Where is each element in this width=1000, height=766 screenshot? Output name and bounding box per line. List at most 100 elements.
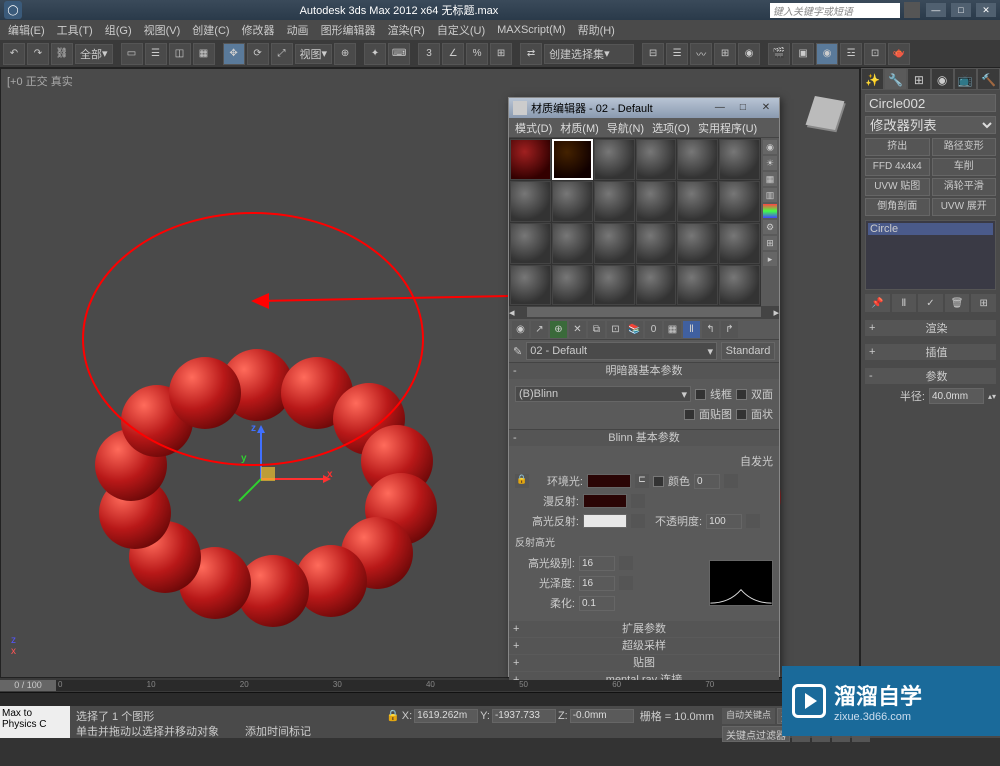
put-to-lib-icon[interactable]: 📚	[626, 321, 643, 338]
teapot-icon[interactable]: 🫖	[888, 43, 910, 65]
sample-slot-1[interactable]	[510, 139, 551, 180]
transform-gizmo[interactable]: z y x	[231, 429, 351, 532]
specular-map-button[interactable]	[631, 514, 645, 528]
mateditor-minimize[interactable]: —	[711, 102, 729, 116]
mod-ffd[interactable]: FFD 4x4x4	[865, 158, 930, 176]
sample-slot-16[interactable]	[636, 223, 677, 264]
tab-motion[interactable]: ◉	[931, 68, 954, 90]
rollout-blinn-basic[interactable]: -Blinn 基本参数	[509, 430, 779, 446]
pivot-button[interactable]: ⊕	[334, 43, 356, 65]
backlight-icon[interactable]: ☀	[763, 156, 777, 170]
sample-slot-24[interactable]	[719, 265, 760, 306]
put-to-scene-icon[interactable]: ↗	[531, 321, 548, 338]
mateditor-maximize[interactable]: □	[734, 102, 752, 116]
time-slider-thumb[interactable]: 0 / 100	[0, 680, 56, 691]
search-input[interactable]: 键入关键字或短语	[770, 3, 900, 18]
sample-slot-3[interactable]	[594, 139, 635, 180]
material-name-dropdown[interactable]: 02 - Default▾	[526, 342, 717, 360]
rollout-interp[interactable]: +插值	[865, 344, 996, 360]
gloss-input[interactable]	[579, 576, 615, 591]
object-name-input[interactable]	[865, 94, 996, 112]
extra-button-2[interactable]: ⊡	[864, 43, 886, 65]
menu-edit[interactable]: 编辑(E)	[4, 20, 49, 40]
coord-x-input[interactable]	[414, 709, 478, 723]
sample-type-icon[interactable]: ◉	[763, 140, 777, 154]
selfillum-color-checkbox[interactable]	[653, 476, 664, 487]
menu-help[interactable]: 帮助(H)	[574, 20, 619, 40]
mat-id-icon[interactable]: 0	[645, 321, 662, 338]
ad-lock-icon[interactable]: ⊏	[635, 474, 649, 488]
render-fb-button[interactable]: ▣	[792, 43, 814, 65]
make-copy-icon[interactable]: ⧉	[588, 321, 605, 338]
reset-map-icon[interactable]: ✕	[569, 321, 586, 338]
mod-turbosmooth[interactable]: 涡轮平滑	[932, 178, 997, 196]
diffuse-swatch[interactable]	[583, 494, 627, 508]
menu-customize[interactable]: 自定义(U)	[433, 20, 489, 40]
stack-config-icon[interactable]: ⊞	[971, 294, 996, 312]
mod-pathdeform[interactable]: 路径变形	[932, 138, 997, 156]
coord-z-input[interactable]	[570, 709, 634, 723]
background-icon[interactable]: ▦	[763, 172, 777, 186]
move-button[interactable]: ✥	[223, 43, 245, 65]
spec-level-input[interactable]	[579, 556, 615, 571]
radius-input[interactable]	[929, 388, 984, 404]
sample-slot-10[interactable]	[636, 181, 677, 222]
select-name-button[interactable]: ☰	[145, 43, 167, 65]
sample-slot-23[interactable]	[677, 265, 718, 306]
sample-slot-7[interactable]	[510, 181, 551, 222]
stack-item-circle[interactable]: Circle	[868, 223, 993, 235]
shader-dropdown[interactable]: (B)Blinn▾	[515, 386, 691, 402]
mod-bevelprofile[interactable]: 倒角剖面	[865, 198, 930, 216]
gloss-map[interactable]	[619, 576, 633, 590]
time-tag[interactable]: 添加时间标记	[245, 723, 311, 739]
stack-remove-icon[interactable]: 🗑	[945, 294, 970, 312]
sample-slot-18[interactable]	[719, 223, 760, 264]
tab-create[interactable]: ✨	[861, 68, 884, 90]
manipulate-button[interactable]: ✦	[364, 43, 386, 65]
restore-button[interactable]: □	[951, 3, 971, 17]
tab-hierarchy[interactable]: ⊞	[907, 68, 930, 90]
make-unique-icon[interactable]: ⊡	[607, 321, 624, 338]
show-map-icon[interactable]: ▦	[664, 321, 681, 338]
go-parent-icon[interactable]: ↰	[702, 321, 719, 338]
viewcube[interactable]	[804, 92, 850, 138]
select-region-button[interactable]: ◫	[169, 43, 191, 65]
menu-create[interactable]: 创建(C)	[188, 20, 233, 40]
stack-pin-icon[interactable]: 📌	[865, 294, 890, 312]
selfillum-value[interactable]	[694, 474, 720, 489]
get-material-icon[interactable]: ◉	[512, 321, 529, 338]
maxscript-listener[interactable]: Max to Physics C	[0, 706, 70, 738]
named-selection-dropdown[interactable]: 创建选择集 ▾	[544, 44, 634, 64]
go-forward-icon[interactable]: ↱	[721, 321, 738, 338]
close-button[interactable]: ✕	[976, 3, 996, 17]
keyboard-button[interactable]: ⌨	[388, 43, 410, 65]
menu-render[interactable]: 渲染(R)	[384, 20, 429, 40]
facemap-checkbox[interactable]	[684, 409, 695, 420]
link-button[interactable]: ⛓	[51, 43, 73, 65]
show-end-icon[interactable]: Ⅱ	[683, 321, 700, 338]
sample-slot-14[interactable]	[552, 223, 593, 264]
layers-button[interactable]: ☰	[666, 43, 688, 65]
tab-display[interactable]: 📺	[954, 68, 977, 90]
spinner-snap-toggle[interactable]: ⊞	[490, 43, 512, 65]
spec-level-map[interactable]	[619, 556, 633, 570]
rollout-params[interactable]: -参数	[865, 368, 996, 384]
autokey-toggle[interactable]: 自动关键点	[722, 708, 775, 724]
assign-to-sel-icon[interactable]: ⊕	[550, 321, 567, 338]
picker-icon[interactable]: ✎	[513, 345, 522, 358]
keyfilter-button[interactable]: 关键点过滤器	[722, 726, 790, 742]
rollout-render[interactable]: +渲染	[865, 320, 996, 336]
mateditor-close[interactable]: ✕	[757, 102, 775, 116]
mirror-button[interactable]: ⇄	[520, 43, 542, 65]
rollout-supersampling[interactable]: +超级采样	[509, 638, 779, 654]
selection-filter[interactable]: 全部 ▾	[75, 44, 113, 64]
soften-input[interactable]	[579, 596, 615, 611]
sample-uv-icon[interactable]: ▥	[763, 188, 777, 202]
angle-snap-toggle[interactable]: ∠	[442, 43, 464, 65]
material-editor-button[interactable]: ◉	[738, 43, 760, 65]
refcoord-dropdown[interactable]: 视图 ▾	[295, 44, 333, 64]
sample-slot-4[interactable]	[636, 139, 677, 180]
menu-view[interactable]: 视图(V)	[140, 20, 185, 40]
sample-slot-8[interactable]	[552, 181, 593, 222]
viewport-label[interactable]: [+0 正交 真实	[7, 73, 73, 89]
